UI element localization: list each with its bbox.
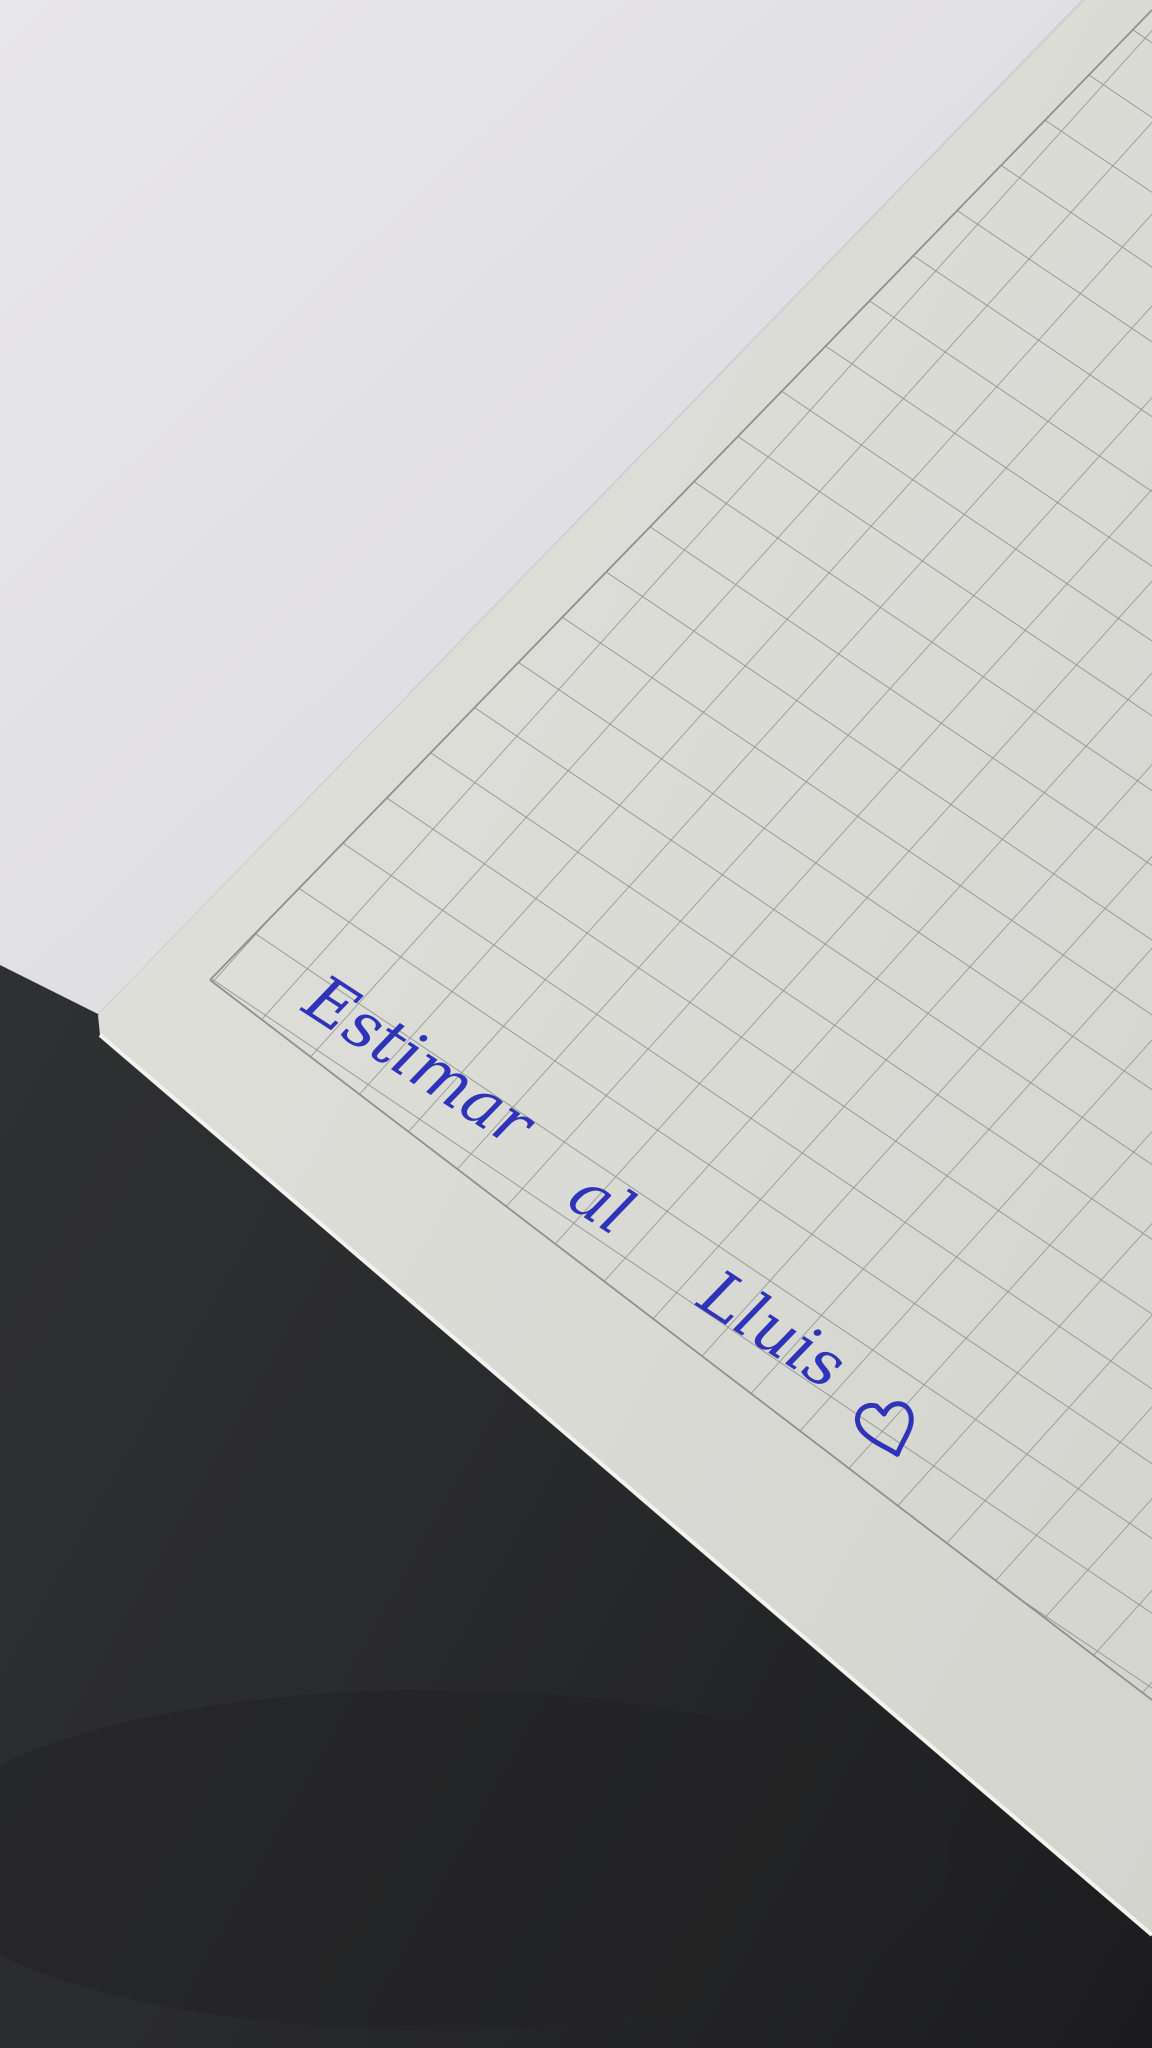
notebook-photo: Estimar al Lluis (0, 0, 1152, 2048)
photo-scene: Estimar al Lluis (0, 0, 1152, 2048)
